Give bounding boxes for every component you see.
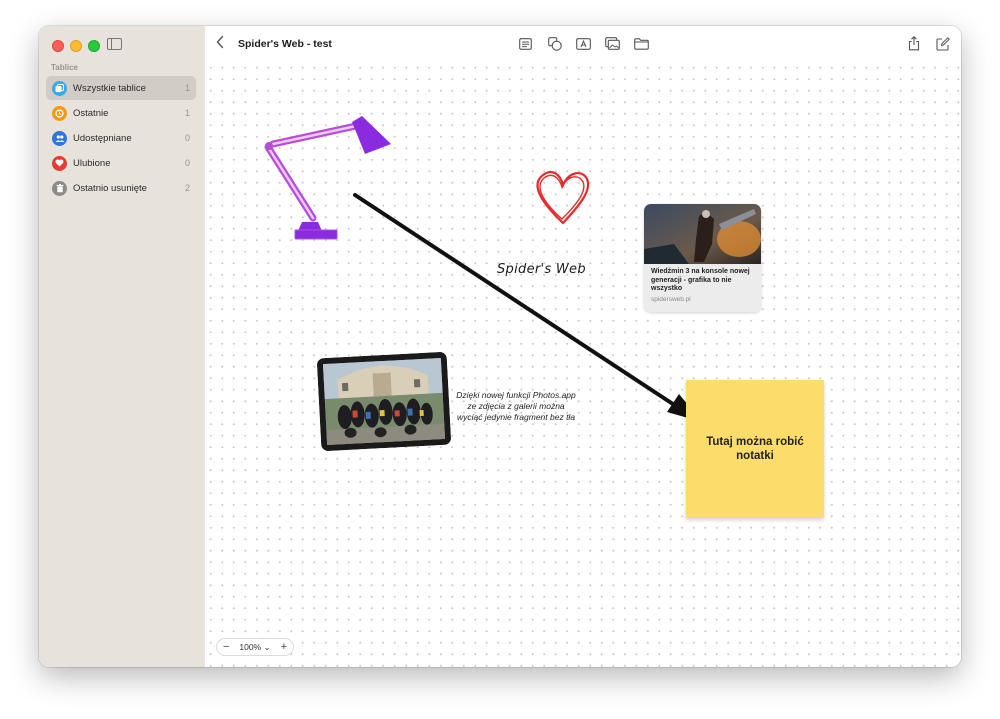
- photo-caption-text[interactable]: Dzięki nowej funkcji Photos.app ze zdjęc…: [455, 390, 577, 423]
- heart-drawing[interactable]: [536, 170, 590, 225]
- note-tool-icon[interactable]: [517, 36, 534, 51]
- sidebar-item-label: Udostępniane: [73, 132, 132, 144]
- app-window: Tablice Wszystkie tablice 1 Ostatnie 1 U…: [39, 26, 961, 667]
- sidebar-item-label: Ostatnie: [73, 107, 109, 119]
- heart-icon: [52, 155, 67, 171]
- folder-tool-icon[interactable]: [633, 36, 650, 51]
- link-preview-card[interactable]: Wiedźmin 3 na konsole nowej generacji - …: [644, 204, 761, 312]
- sidebar-toggle-icon[interactable]: [107, 38, 122, 50]
- people-icon: [52, 130, 67, 146]
- board-title: Spider's Web - test: [238, 38, 332, 50]
- zoom-out-button[interactable]: −: [223, 642, 229, 653]
- zoom-in-button[interactable]: +: [281, 642, 287, 653]
- link-title: Wiedźmin 3 na konsole nowej generacji - …: [651, 268, 750, 292]
- back-button[interactable]: [216, 35, 224, 52]
- sidebar-item-shared[interactable]: Udostępniane 0: [46, 126, 196, 150]
- sidebar-item-recently-deleted[interactable]: Ostatnio usunięte 2: [46, 176, 196, 200]
- sidebar-item-recent[interactable]: Ostatnie 1: [46, 101, 196, 125]
- toolbar-right-tools: [905, 36, 951, 51]
- sticky-note[interactable]: Tutaj można robić notatki: [686, 380, 824, 518]
- sidebar-item-label: Ostatnio usunięte: [73, 182, 147, 194]
- link-preview-image: [644, 204, 761, 264]
- handwritten-text[interactable]: Spider's Web: [497, 262, 586, 277]
- link-domain: spidersweb.pl: [651, 295, 691, 303]
- new-board-icon[interactable]: [934, 36, 951, 51]
- sidebar-item-label: Ulubione: [73, 157, 111, 169]
- zoom-level[interactable]: 100% ⌄: [239, 642, 270, 653]
- share-icon[interactable]: [905, 36, 922, 51]
- close-window-button[interactable]: [52, 40, 64, 52]
- minimize-window-button[interactable]: [70, 40, 82, 52]
- trash-icon: [52, 180, 67, 196]
- sidebar-item-favorites[interactable]: Ulubione 0: [46, 151, 196, 175]
- toolbar: Spider's Web - test: [205, 26, 961, 62]
- window-controls: [52, 40, 100, 52]
- zoom-window-button[interactable]: [88, 40, 100, 52]
- zoom-control: − 100% ⌄ +: [216, 638, 294, 656]
- shapes-tool-icon[interactable]: [546, 36, 563, 51]
- sidebar-list: Wszystkie tablice 1 Ostatnie 1 Udostępni…: [46, 76, 196, 201]
- boards-icon: [52, 80, 67, 96]
- media-tool-icon[interactable]: [604, 36, 621, 51]
- clock-icon: [52, 105, 67, 121]
- chevron-down-icon[interactable]: ⌄: [264, 642, 271, 652]
- toolbar-insert-tools: [517, 36, 650, 51]
- sidebar-item-count: 1: [184, 108, 190, 118]
- sidebar-item-label: Wszystkie tablice: [73, 82, 146, 94]
- main-area: Spider's Web - test Spider's Web Wiedźmi…: [205, 26, 961, 667]
- sticky-note-text: Tutaj można robić notatki: [706, 436, 804, 462]
- chevron-left-icon: [216, 35, 224, 49]
- sidebar: Tablice Wszystkie tablice 1 Ostatnie 1 U…: [39, 26, 206, 667]
- tablet-photo-image[interactable]: [317, 352, 452, 452]
- sidebar-item-count: 0: [184, 133, 190, 143]
- sidebar-item-count: 2: [184, 183, 190, 193]
- sidebar-item-count: 1: [184, 83, 190, 93]
- lamp-drawing[interactable]: [264, 116, 391, 240]
- sidebar-item-all-boards[interactable]: Wszystkie tablice 1: [46, 76, 196, 100]
- board-canvas[interactable]: Spider's Web Wiedźmin 3 na konsole nowej…: [205, 62, 961, 667]
- sidebar-item-count: 0: [184, 158, 190, 168]
- textbox-tool-icon[interactable]: [575, 36, 592, 51]
- sidebar-section-title: Tablice: [51, 63, 78, 72]
